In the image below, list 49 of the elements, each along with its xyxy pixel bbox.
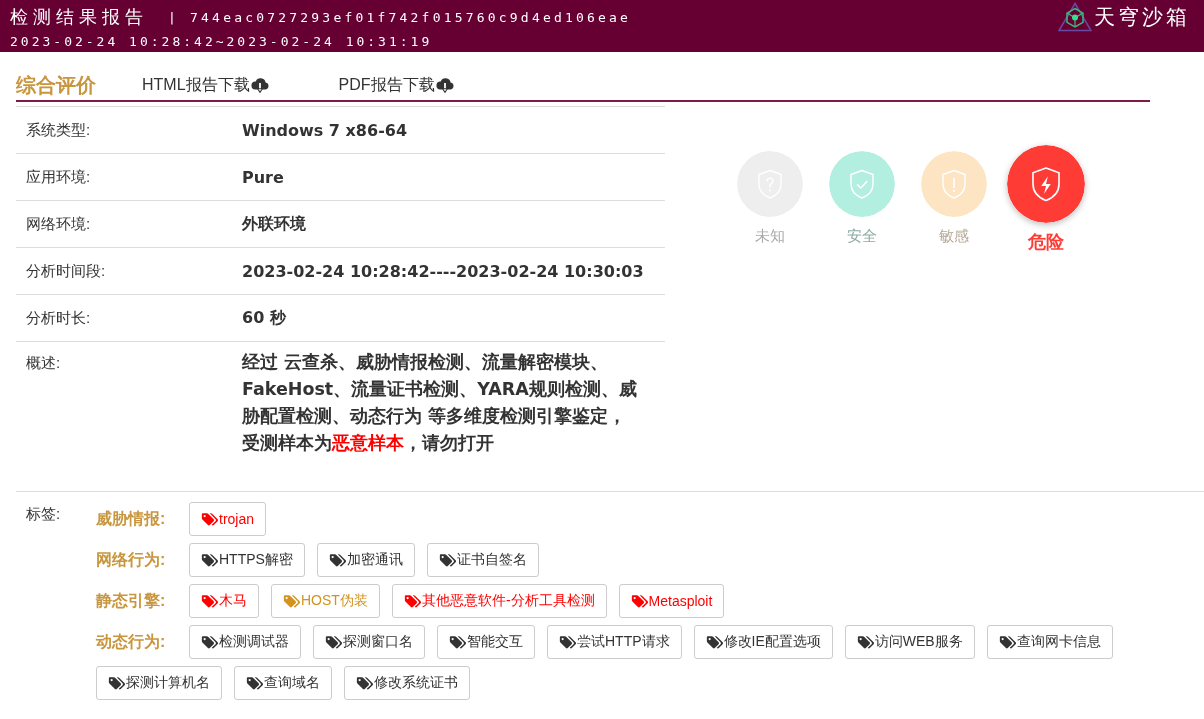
risk-level-label: 安全 <box>846 226 877 246</box>
tag-chip: 探测计算机名 <box>96 666 222 700</box>
tag-chip: 查询网卡信息 <box>986 625 1113 659</box>
tag-chip: HOST伪装 <box>271 584 380 618</box>
field-value: 外联环境 <box>242 213 306 235</box>
tag-chip: 木马 <box>189 584 259 618</box>
field-label: 概述: <box>25 353 62 373</box>
download-link[interactable]: HTML报告下载 <box>142 74 269 96</box>
tags-label: 标签: <box>26 504 62 524</box>
field-label: 应用环境: <box>25 167 92 187</box>
summary-text: 经过 云查杀、威胁情报检测、流量解密模块、FakeHost、流量证书检测、YARA规则检测、威胁配置检测、动态行为 等多维度检测引擎鉴定，受测样本为恶意样本，请勿打开 <box>242 351 638 455</box>
tag-chip: 尝试HTTP请求 <box>547 625 682 659</box>
time-range: 2023-02-24 10:28:42~2023-02-24 10:31:19 <box>10 34 433 49</box>
section-heading: 综合评价 <box>16 72 96 98</box>
tag-chip: 证书自签名 <box>426 543 539 577</box>
cloud-download-icon <box>250 76 269 94</box>
field-value: Pure <box>242 167 284 187</box>
tag-chip: 修改IE配置选项 <box>693 625 833 659</box>
field-label: 网络环境: <box>25 214 92 234</box>
tag-chip: 访问WEB服务 <box>844 625 975 659</box>
logo-text: 天穹沙箱 <box>1094 4 1190 30</box>
report-title: 检测结果报告 <box>10 6 148 29</box>
tag-chip: 智能交互 <box>437 625 535 659</box>
risk-level-label: 敏感 <box>938 226 969 246</box>
download-link[interactable]: PDF报告下载 <box>338 74 454 96</box>
risk-level-label: 危险 <box>1027 232 1064 252</box>
field-label: 分析时长: <box>25 308 92 328</box>
tag-category-label: 威胁情报: <box>96 508 167 529</box>
tag-chip: trojan <box>189 502 267 536</box>
tag-chip: HTTPS解密 <box>189 543 305 577</box>
risk-level-label: 未知 <box>754 226 785 246</box>
field-label: 系统类型: <box>25 120 92 140</box>
field-value: 60 秒 <box>242 307 286 329</box>
field-label: 分析时间段: <box>25 261 107 281</box>
tag-category-label: 静态引擎: <box>96 590 167 611</box>
field-value: Windows 7 x86-64 <box>242 120 408 140</box>
cube-logo-icon <box>1058 2 1092 32</box>
tag-chip: Metasploit <box>618 584 725 618</box>
tag-chip: 加密通讯 <box>316 543 415 577</box>
field-value: 2023-02-24 10:28:42----2023-02-24 10:30:03 <box>242 261 644 281</box>
tag-chip: 检测调试器 <box>189 625 301 659</box>
tag-chip: 探测窗口名 <box>313 625 425 659</box>
tag-category-label: 动态行为: <box>96 631 167 652</box>
tag-chip: 其他恶意软件-分析工具检测 <box>391 584 607 618</box>
tag-chip: 查询域名 <box>234 666 332 700</box>
sample-hash: | 744eac0727293ef01f742f015760c9d4ed106eae <box>168 9 632 25</box>
tag-chip: 修改系统证书 <box>344 666 470 700</box>
tag-category-label: 网络行为: <box>96 549 167 570</box>
cloud-download-icon <box>435 76 454 94</box>
